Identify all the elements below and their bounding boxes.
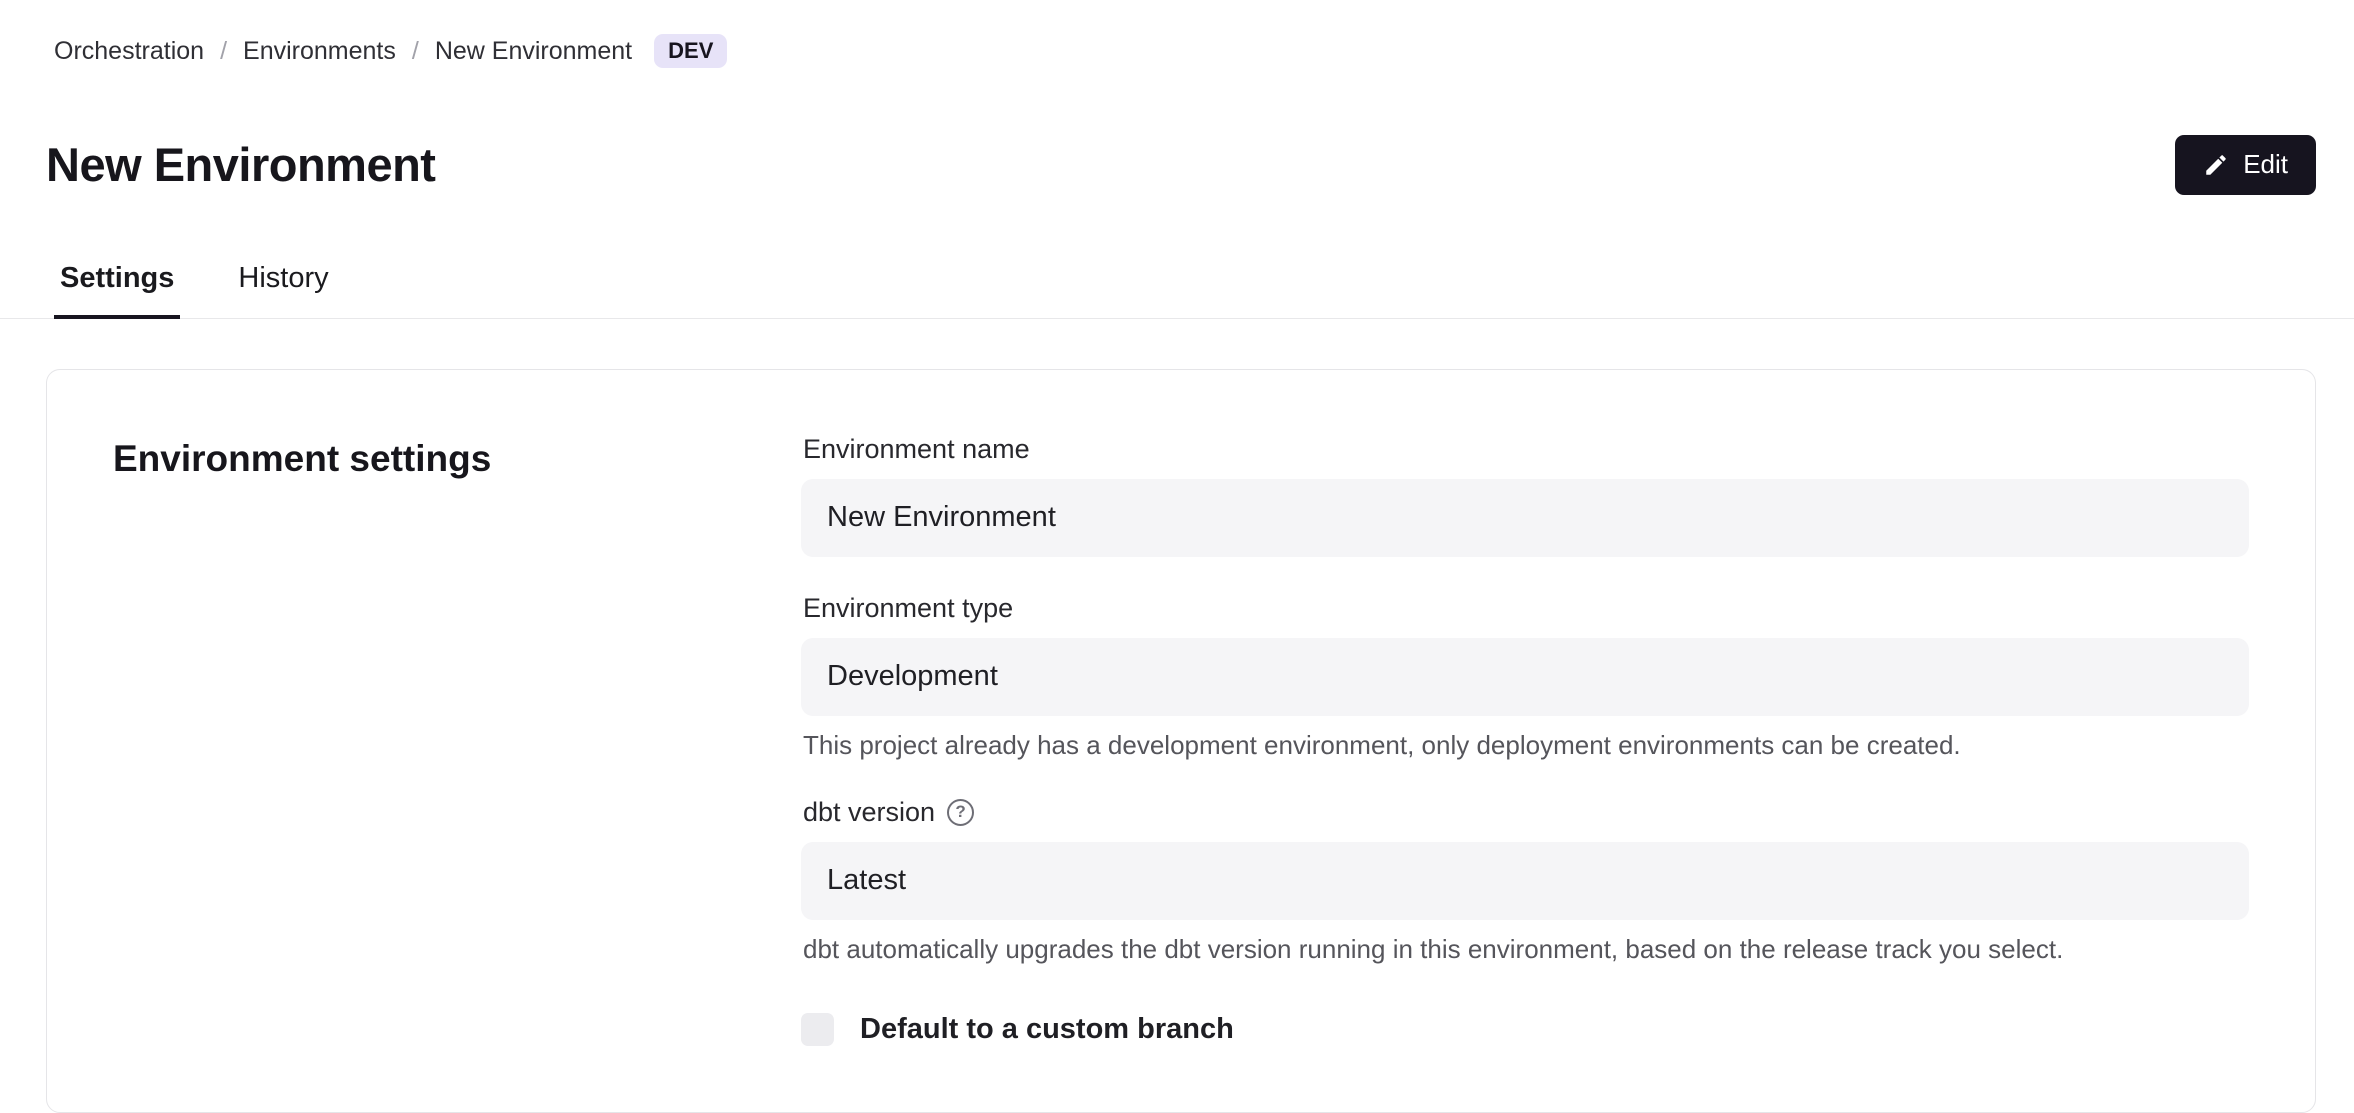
tab-bar: Settings History: [0, 254, 2354, 319]
environment-name-label: Environment name: [803, 434, 2249, 465]
environment-type-input[interactable]: [801, 638, 2249, 716]
breadcrumb-orchestration[interactable]: Orchestration: [54, 37, 204, 66]
page-header: New Environment Edit: [0, 106, 2354, 224]
dbt-version-helper: dbt automatically upgrades the dbt versi…: [803, 934, 2249, 965]
environment-settings-card: Environment settings Environment name En…: [46, 369, 2316, 1113]
tab-settings[interactable]: Settings: [54, 254, 180, 319]
pencil-icon: [2203, 152, 2229, 178]
edit-button[interactable]: Edit: [2175, 135, 2316, 195]
breadcrumb-environments[interactable]: Environments: [243, 37, 396, 66]
custom-branch-checkbox[interactable]: [801, 1013, 834, 1046]
page-title: New Environment: [46, 137, 435, 192]
custom-branch-row: Default to a custom branch: [801, 1013, 2249, 1046]
page: Orchestration / Environments / New Envir…: [0, 0, 2354, 1113]
breadcrumb-separator: /: [220, 37, 227, 66]
section-title: Environment settings: [113, 438, 801, 480]
dbt-version-input[interactable]: [801, 842, 2249, 920]
breadcrumb-current-page: New Environment: [435, 37, 632, 66]
environment-type-label: Environment type: [803, 593, 2249, 624]
edit-button-label: Edit: [2243, 149, 2288, 180]
env-dev-badge: DEV: [654, 34, 727, 68]
breadcrumb-separator: /: [412, 37, 419, 66]
environment-type-helper: This project already has a development e…: [803, 730, 2249, 761]
environment-settings-form: Environment name Environment type This p…: [801, 434, 2249, 1046]
environment-type-label-text: Environment type: [803, 593, 1013, 624]
tab-history[interactable]: History: [232, 254, 334, 319]
breadcrumb: Orchestration / Environments / New Envir…: [0, 34, 2354, 68]
environment-name-input[interactable]: [801, 479, 2249, 557]
dbt-version-label: dbt version ?: [803, 797, 2249, 828]
environment-name-label-text: Environment name: [803, 434, 1030, 465]
help-icon[interactable]: ?: [947, 799, 974, 826]
custom-branch-label: Default to a custom branch: [860, 1013, 1234, 1046]
dbt-version-label-text: dbt version: [803, 797, 935, 828]
